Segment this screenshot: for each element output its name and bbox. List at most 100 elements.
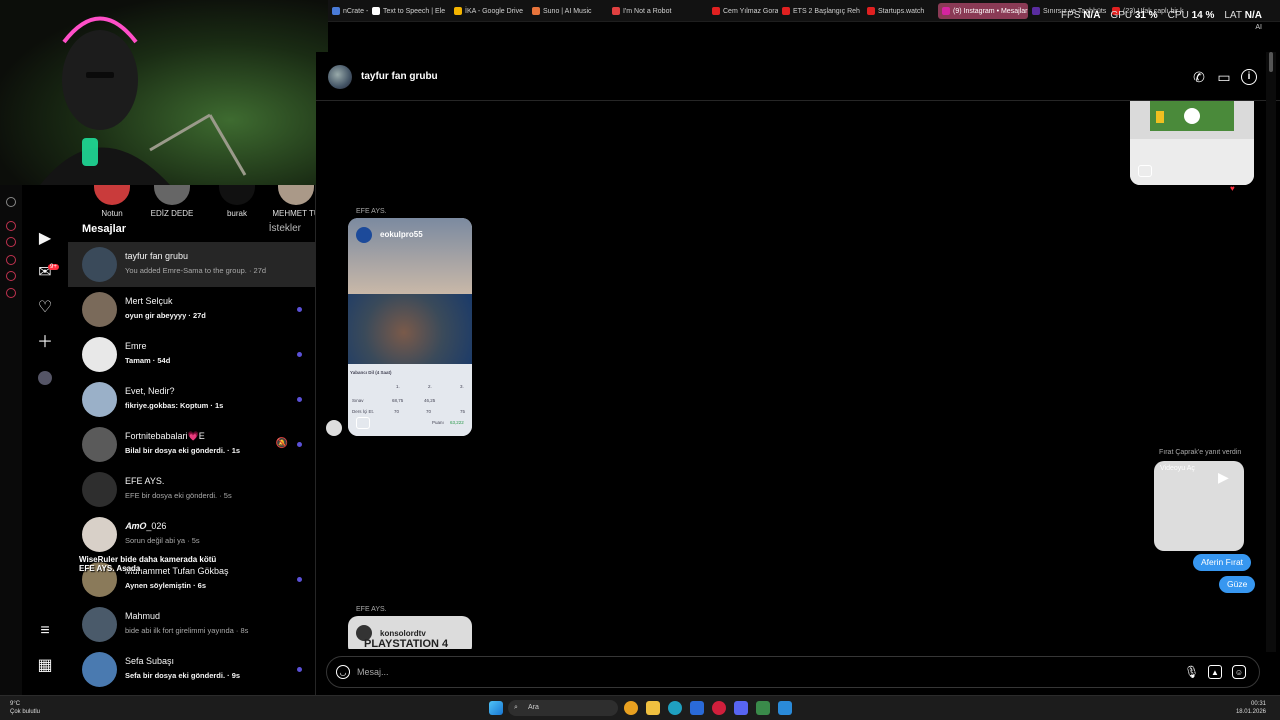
reaction-heart-icon[interactable]: ♥: [1230, 184, 1235, 193]
story-label: Notun: [101, 209, 123, 218]
start-icon[interactable]: [489, 701, 503, 715]
message-bubble[interactable]: Aferin Fırat: [1193, 554, 1252, 571]
browser-tab[interactable]: Text to Speech | Ele: [368, 3, 450, 19]
browser-tab[interactable]: (9) Instagram • Mesajlar: [938, 3, 1028, 19]
conversation-item[interactable]: Fortnitebabalari💗E Bilal bir dosya eki gö…: [68, 422, 315, 467]
browser-tab[interactable]: Cem Yılmaz Gora/Ar: [708, 3, 778, 19]
browser-tab[interactable]: Suno | AI Music: [528, 3, 608, 19]
tab-favicon: [1032, 7, 1040, 15]
aria-icon[interactable]: [6, 221, 16, 231]
browser-tab[interactable]: I'm Not a Robot: [608, 3, 708, 19]
ai-label[interactable]: AI: [1255, 24, 1262, 31]
message-composer[interactable]: ◡ Mesaj... 🎙 ▲ ☺: [326, 656, 1260, 688]
tab-favicon: [454, 7, 462, 15]
history-icon[interactable]: [6, 255, 16, 265]
story-item[interactable]: MEHMET TU: [266, 185, 315, 218]
taskbar-search[interactable]: ⌕ Ara: [508, 700, 618, 716]
story-item[interactable]: burak: [207, 185, 267, 218]
vscode-icon[interactable]: [778, 701, 792, 715]
conversation-item[interactable]: Emre Tamam · 54d: [68, 332, 315, 377]
stream-chat-overlay: WiseRuler bide daha kamerada kötü EFE AY…: [79, 555, 216, 573]
story-item[interactable]: EDİZ DEDE: [142, 185, 202, 218]
grade-cell: 68,75: [392, 398, 404, 403]
conversation-name: Emre: [125, 341, 147, 351]
weather-widget[interactable]: 9°C Çok bulutlu: [10, 700, 40, 716]
conversation-item[interactable]: Evet, Nedir? fikriye.gokbas: Koptum · 1s: [68, 377, 315, 422]
conversation-preview: Bilal bir dosya eki gönderdi. · 1s: [125, 446, 241, 455]
grade-cell: 75: [460, 409, 466, 414]
search-placeholder: Ara: [528, 704, 539, 711]
story-item[interactable]: Notun: [82, 185, 142, 218]
conversation-preview: fikriye.gokbas: Koptum · 1s: [125, 401, 224, 410]
conversation-item[interactable]: 𝑨𝒎𝑶_026 Sorun değil abi ya · 5s: [68, 512, 315, 557]
reel-attachment[interactable]: [1130, 101, 1254, 185]
conversation-item[interactable]: Sefa Subaşı Sefa bir dosya eki gönderdi. …: [68, 647, 315, 692]
story-avatar: [94, 185, 130, 205]
conversation-name: Fortnitebabalari💗E: [125, 431, 205, 441]
conversation-name: Sefa Subaşı: [125, 656, 175, 666]
browser-sidebar: [0, 185, 22, 695]
webcam-image: [40, 16, 247, 185]
chat-title[interactable]: tayfur fan grubu: [361, 71, 438, 82]
browser-tab[interactable]: Startups.watch: [863, 3, 938, 19]
tab-label: I'm Not a Robot: [623, 7, 672, 15]
browser-tab[interactable]: ETS 2 Başlangıç Reh: [778, 3, 863, 19]
conversation-item[interactable]: Mert Selçuk oyun gir abeyyyy · 27d: [68, 287, 315, 332]
emoji-icon[interactable]: ◡: [336, 665, 350, 679]
reel-attachment[interactable]: konsolordtv PLAYSTATION 4: [348, 616, 472, 649]
menu-icon[interactable]: ≡: [36, 622, 54, 640]
message-bubble[interactable]: Güze: [1219, 576, 1256, 593]
reels-icon[interactable]: ▶: [36, 230, 54, 248]
weather-desc: Çok bulutlu: [10, 709, 41, 715]
info-icon[interactable]: i: [1241, 69, 1257, 85]
group-avatar[interactable]: [328, 65, 352, 89]
create-icon[interactable]: ＋: [36, 334, 54, 352]
conversation-item[interactable]: tayfur fan grubu You added Emre-Sama to t…: [68, 242, 315, 287]
settings-icon[interactable]: [6, 288, 16, 298]
conversation-preview: Sefa bir dosya eki gönderdi. · 9s: [125, 671, 241, 680]
avatar: [82, 382, 117, 417]
store-icon[interactable]: [690, 701, 704, 715]
reel-attachment[interactable]: eokulpro55 Yabancı Dil (4 Saat) 1. 2. 3.…: [348, 218, 472, 436]
tab-label: ETS 2 Başlangıç Reh: [793, 7, 860, 15]
scrollbar[interactable]: [1266, 52, 1276, 652]
message-input[interactable]: Mesaj...: [357, 667, 389, 677]
tab-label: İKA - Google Drive: [465, 7, 523, 15]
unread-dot: [297, 577, 302, 582]
browser-tab[interactable]: İKA - Google Drive: [450, 3, 528, 19]
play-icon: ▶: [1218, 469, 1229, 485]
conversation-item[interactable]: EFE AYS. EFE bir dosya eki gönderdi. · 5s: [68, 467, 315, 512]
folder-icon[interactable]: [646, 701, 660, 715]
apps-icon[interactable]: ▦: [36, 657, 54, 675]
requests-link[interactable]: İstekler: [269, 223, 301, 234]
tab-favicon: [332, 7, 340, 15]
system-clock[interactable]: 00:31 18.01.2026: [1236, 700, 1266, 716]
discord-taskbar-icon[interactable]: [734, 701, 748, 715]
sticker-icon[interactable]: ☺: [1232, 665, 1246, 679]
profile-avatar[interactable]: [38, 371, 52, 385]
grade-row-label: Ders İçi Et.: [352, 409, 375, 414]
browser-tab[interactable]: nCrate - M: [328, 3, 368, 19]
sender-avatar[interactable]: [326, 420, 342, 436]
scrollbar-thumb[interactable]: [1269, 52, 1273, 72]
microphone-icon[interactable]: 🎙: [1184, 665, 1199, 679]
edge-icon[interactable]: [668, 701, 682, 715]
discord-icon[interactable]: [6, 197, 16, 207]
reel-account-name: konsolordtv: [380, 629, 426, 638]
windows-taskbar: 9°C Çok bulutlu ⌕ Ara 00:31 18.01.2026: [0, 695, 1280, 720]
video-attachment[interactable]: Videoyu Aç ▶: [1154, 461, 1244, 551]
conversation-name: Evet, Nedir?: [125, 386, 175, 396]
player-icon[interactable]: [6, 237, 16, 247]
opera-icon[interactable]: [712, 701, 726, 715]
video-call-icon[interactable]: ▭: [1216, 69, 1232, 85]
extensions-icon[interactable]: [6, 271, 16, 281]
heart-icon[interactable]: ♡: [36, 299, 54, 317]
conversation-item[interactable]: Mahmud bide abi ilk fort girelimmi yayınd…: [68, 602, 315, 647]
app-icon[interactable]: [756, 701, 770, 715]
image-icon[interactable]: ▲: [1208, 665, 1222, 679]
chrome-icon[interactable]: [624, 701, 638, 715]
hud-gpu: GPU 31 %: [1110, 10, 1158, 21]
reel-account-name: eokulpro55: [380, 230, 423, 239]
phone-icon[interactable]: ✆: [1191, 69, 1207, 85]
instagram-nav: ▶ ✉ 9+ ♡ ＋ ≡ ▦: [22, 185, 68, 695]
